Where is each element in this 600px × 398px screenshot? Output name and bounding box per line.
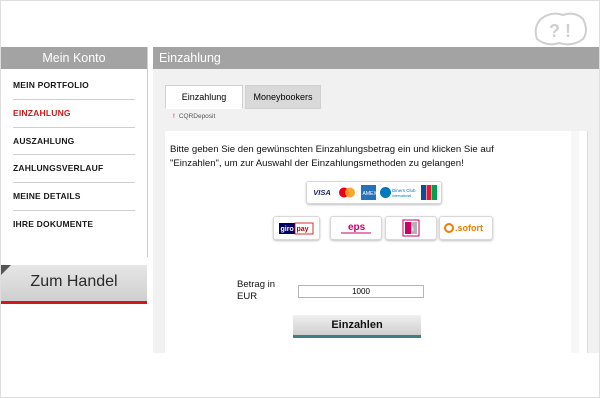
tab-deposit[interactable]: Einzahlung bbox=[165, 85, 243, 109]
ideal-logo: i bbox=[402, 219, 420, 237]
card-logos: VISA AMEX Diners Club International bbox=[306, 181, 442, 204]
go-to-trading-label: Zum Handel bbox=[30, 273, 118, 290]
visa-logo: VISA bbox=[313, 188, 331, 197]
account-menu: MEIN PORTFOLIO EINZAHLUNG AUSZAHLUNG ZAH… bbox=[1, 72, 147, 238]
app-frame: ? ! Mein Konto MEIN PORTFOLIO EINZAHLUNG… bbox=[0, 0, 600, 398]
jcb-icon bbox=[421, 185, 437, 200]
giropay-option[interactable]: giro pay bbox=[273, 216, 320, 240]
sofort-logo: .sofort bbox=[444, 223, 483, 233]
svg-text:giro: giro bbox=[281, 226, 294, 233]
diners-club-icon: Diners ClubInternational bbox=[380, 187, 416, 198]
help-icon[interactable]: ? ! bbox=[529, 9, 591, 49]
svg-text:International: International bbox=[392, 194, 411, 198]
svg-text:eps: eps bbox=[348, 222, 366, 233]
scrollbar[interactable] bbox=[571, 131, 579, 353]
deposit-submit-button[interactable]: Einzahlen bbox=[293, 315, 421, 338]
sidebar-item-my-details[interactable]: MEINE DETAILS bbox=[13, 183, 135, 211]
sidebar-item-portfolio[interactable]: MEIN PORTFOLIO bbox=[13, 72, 135, 100]
page-title: Einzahlung bbox=[153, 47, 599, 69]
svg-text:?: ? bbox=[549, 21, 560, 41]
svg-text:.sofort: .sofort bbox=[455, 223, 483, 233]
svg-text:pay: pay bbox=[297, 226, 309, 233]
amex-icon: AMEX bbox=[361, 185, 376, 200]
account-sidebar: Mein Konto MEIN PORTFOLIO EINZAHLUNG AUS… bbox=[1, 47, 148, 257]
sofort-option[interactable]: .sofort bbox=[439, 216, 493, 240]
alert-icon: ! bbox=[173, 113, 175, 120]
sidebar-item-deposit[interactable]: EINZAHLUNG bbox=[13, 100, 135, 128]
eps-option[interactable]: eps bbox=[330, 216, 382, 240]
amount-input[interactable] bbox=[298, 285, 424, 298]
tab-moneybookers[interactable]: Moneybookers bbox=[245, 85, 321, 109]
svg-text:AMEX: AMEX bbox=[363, 191, 377, 197]
provider-name: CQRDeposit bbox=[178, 113, 216, 120]
deposit-instructions: Bitte geben Sie den gewünschten Einzahlu… bbox=[170, 144, 494, 169]
svg-text:Diners Club: Diners Club bbox=[392, 188, 416, 193]
sidebar-item-withdrawal[interactable]: AUSZAHLUNG bbox=[13, 128, 135, 156]
eps-logo: eps bbox=[341, 222, 371, 234]
deposit-form: Bitte geben Sie den gewünschten Einzahlu… bbox=[165, 131, 588, 353]
svg-text:!: ! bbox=[565, 21, 571, 41]
ideal-option[interactable]: i bbox=[385, 216, 437, 240]
giropay-logo: giro pay bbox=[279, 222, 314, 235]
deposit-panel: Einzahlung Einzahlung Moneybookers ! CQRD… bbox=[153, 47, 599, 353]
amount-label: Betrag in EUR bbox=[237, 279, 276, 302]
mastercard-icon bbox=[339, 187, 355, 198]
provider-label: ! CQRDeposit bbox=[173, 113, 215, 120]
sidebar-item-documents[interactable]: IHRE DOKUMENTE bbox=[13, 211, 135, 238]
sidebar-item-payment-history[interactable]: ZAHLUNGSVERLAUF bbox=[13, 155, 135, 184]
go-to-trading-button[interactable]: Zum Handel bbox=[1, 265, 147, 304]
sidebar-title: Mein Konto bbox=[1, 47, 147, 69]
